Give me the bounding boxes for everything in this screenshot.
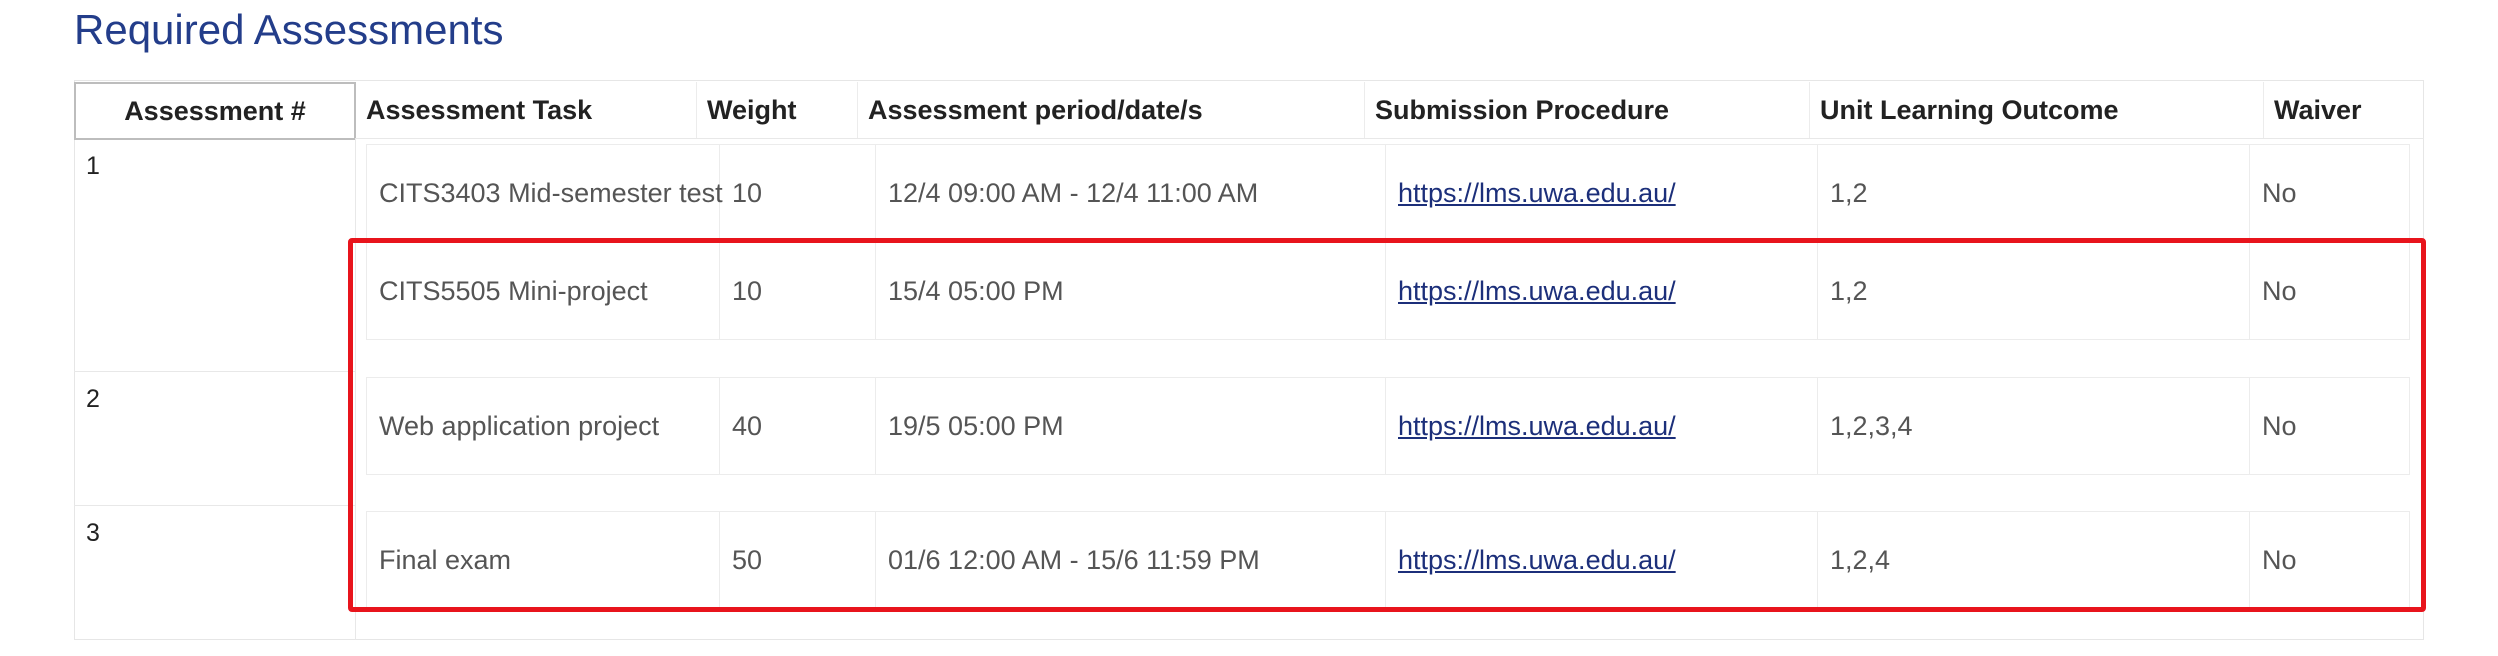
weight-cell: 10 (720, 145, 876, 241)
submission-link[interactable]: https://lms.uwa.edu.au/ (1398, 178, 1676, 208)
task-cell: CITS3403 Mid-semester test (367, 145, 723, 241)
header-divider (2263, 82, 2264, 138)
header-divider (857, 82, 858, 138)
header-divider-line (356, 138, 2424, 139)
header-assessment-number: Assessment # (74, 82, 356, 140)
group-separator (74, 505, 356, 506)
header-divider (696, 82, 697, 138)
outcome-cell: 1,2 (1818, 145, 2250, 241)
assessment-number: 3 (86, 519, 100, 547)
submission-cell: https://lms.uwa.edu.au/ (1386, 145, 1818, 241)
header-weight: Weight (707, 95, 797, 125)
header-divider (1809, 82, 1810, 138)
header-unit-learning-outcome: Unit Learning Outcome (1820, 95, 2119, 125)
header-submission-procedure: Submission Procedure (1375, 95, 1670, 125)
header-waiver: Waiver (2274, 95, 2362, 125)
highlight-box (348, 238, 2426, 612)
header-assessment-period: Assessment period/date/s (868, 95, 1203, 125)
group-separator (74, 371, 356, 372)
period-cell: 12/4 09:00 AM - 12/4 11:00 AM (876, 145, 1386, 241)
table-row: CITS3403 Mid-semester test 10 12/4 09:00… (366, 144, 2410, 242)
waiver-cell: No (2262, 178, 2297, 208)
header-divider (1364, 82, 1365, 138)
header-assessment-task: Assessment Task (366, 95, 593, 125)
page-title: Required Assessments (74, 6, 504, 53)
assessment-number: 2 (86, 385, 100, 413)
assessment-number: 1 (86, 152, 100, 180)
